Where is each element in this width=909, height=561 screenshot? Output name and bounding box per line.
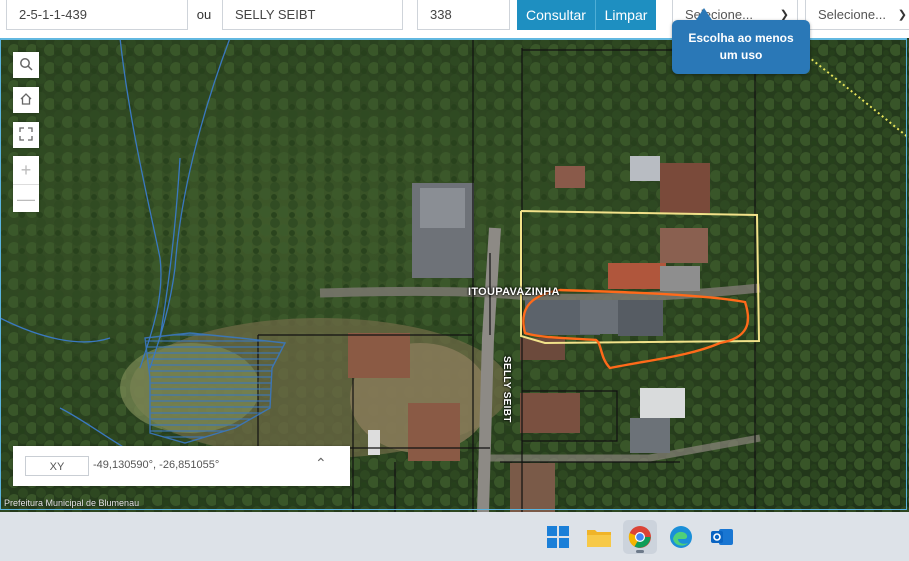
tooltip-line-2: um uso: [719, 48, 763, 62]
fullscreen-icon: [19, 127, 33, 141]
coordinate-readout: -49,130590°, -26,851055°: [93, 459, 220, 471]
outlook-button[interactable]: [705, 520, 739, 554]
satellite-imagery: [0, 38, 909, 512]
chrome-icon: [628, 526, 651, 548]
edge-button[interactable]: [664, 520, 698, 554]
chevron-down-icon: ❯: [897, 9, 907, 21]
zoom-control: + —: [13, 156, 39, 212]
street-label-itoupavazinha: ITOUPAVAZINHA: [468, 286, 560, 298]
zoom-in-icon[interactable]: +: [13, 156, 39, 185]
search-icon: [20, 58, 33, 71]
uso-tooltip: Escolha ao menos um uso: [672, 8, 810, 74]
coordinates-panel: XY -49,130590°, -26,851055° ⌃: [13, 446, 350, 486]
ou-label: ou: [196, 7, 212, 22]
edge-icon: [670, 526, 692, 548]
map-view[interactable]: + — ITOUPAVAZINHA SELLY SEIBT XY -49,130…: [0, 38, 909, 512]
chevron-up-icon[interactable]: ⌃: [315, 455, 327, 472]
file-explorer-icon: [587, 530, 611, 547]
chrome-button[interactable]: [623, 520, 657, 554]
inscricao-input[interactable]: 2-5-1-1-439: [6, 0, 188, 30]
file-explorer-button[interactable]: [582, 520, 616, 554]
outlook-icon: [711, 529, 733, 545]
consultar-button[interactable]: Consultar: [517, 0, 595, 30]
home-button[interactable]: [13, 87, 39, 113]
taskbar: [0, 512, 909, 561]
search-map-button[interactable]: [13, 52, 39, 78]
tooltip-line-1: Escolha ao menos: [688, 31, 794, 45]
logradouro-input[interactable]: SELLY SEIBT: [222, 0, 403, 30]
second-select-value: Selecione...: [818, 7, 886, 22]
map-attribution: Prefeitura Municipal de Blumenau: [4, 498, 140, 508]
home-icon: [20, 93, 32, 105]
numero-input[interactable]: 338: [417, 0, 510, 30]
second-select[interactable]: Selecione... ❯: [805, 0, 909, 30]
windows-start-icon: [547, 526, 569, 548]
fullscreen-button[interactable]: [13, 122, 39, 148]
windows-start-button[interactable]: [541, 520, 575, 554]
limpar-button[interactable]: Limpar: [595, 0, 656, 30]
street-label-selly-seibt: SELLY SEIBT: [501, 356, 512, 423]
zoom-out-icon[interactable]: —: [13, 185, 39, 213]
coordinate-mode-select[interactable]: XY: [25, 456, 89, 476]
